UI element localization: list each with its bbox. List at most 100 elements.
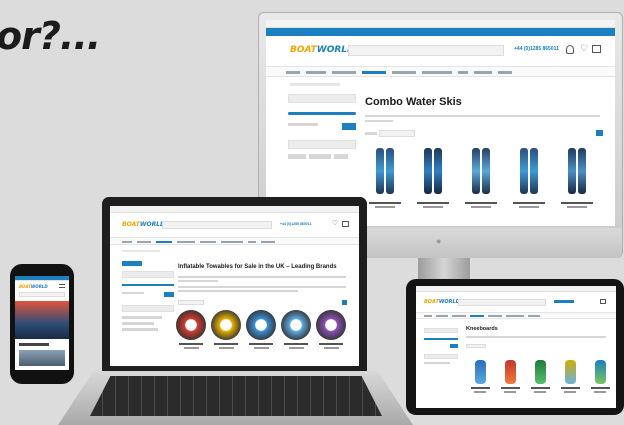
- category-image[interactable]: [19, 350, 65, 366]
- product-name[interactable]: [214, 343, 238, 345]
- nav-item[interactable]: [458, 71, 468, 74]
- product-card[interactable]: [365, 148, 405, 208]
- brand-filter-header[interactable]: [288, 140, 356, 149]
- cart-icon[interactable]: [592, 45, 601, 53]
- sort-select[interactable]: [379, 130, 415, 137]
- product-image[interactable]: [365, 148, 405, 199]
- price-slider[interactable]: [288, 112, 356, 115]
- brand-option[interactable]: [122, 322, 154, 325]
- product-image[interactable]: [558, 360, 582, 384]
- cart-icon[interactable]: [342, 221, 349, 227]
- price-filter-header[interactable]: [424, 328, 458, 333]
- product-name[interactable]: [369, 202, 401, 204]
- product-image[interactable]: [211, 310, 241, 340]
- product-image[interactable]: [246, 310, 276, 340]
- site-logo[interactable]: BOATWORLD: [424, 299, 460, 305]
- nav-item[interactable]: [488, 315, 502, 317]
- nav-item[interactable]: [452, 315, 466, 317]
- nav-item[interactable]: [177, 241, 195, 243]
- price-filter-header[interactable]: [122, 271, 174, 278]
- product-image[interactable]: [468, 360, 492, 384]
- product-card[interactable]: [557, 148, 597, 208]
- product-name[interactable]: [561, 202, 593, 204]
- product-card[interactable]: [528, 360, 552, 393]
- product-card[interactable]: [468, 360, 492, 393]
- nav-item[interactable]: [506, 315, 524, 317]
- product-name[interactable]: [530, 387, 550, 389]
- nav-item-active[interactable]: [156, 241, 172, 243]
- nav-item[interactable]: [137, 241, 151, 243]
- nav-item[interactable]: [392, 71, 416, 74]
- brand-option[interactable]: [424, 362, 450, 364]
- header-phone[interactable]: +44 (0)1285 865011: [514, 46, 559, 52]
- search-input[interactable]: [19, 292, 65, 297]
- product-card[interactable]: [316, 310, 346, 349]
- nav-item[interactable]: [528, 315, 540, 317]
- product-image[interactable]: [528, 360, 552, 384]
- filter-tag[interactable]: [122, 261, 142, 266]
- nav-item[interactable]: [424, 315, 432, 317]
- account-icon[interactable]: [566, 45, 574, 54]
- header-phone[interactable]: +44 (0)1285 865011: [280, 222, 311, 226]
- nav-item[interactable]: [261, 241, 275, 243]
- product-card[interactable]: [176, 310, 206, 349]
- wishlist-icon[interactable]: ♡: [332, 219, 338, 227]
- product-card[interactable]: [461, 148, 501, 208]
- product-image[interactable]: [281, 310, 311, 340]
- nav-item[interactable]: [498, 71, 512, 74]
- nav-item[interactable]: [436, 315, 448, 317]
- nav-item[interactable]: [422, 71, 452, 74]
- nav-item[interactable]: [200, 241, 216, 243]
- brand-option[interactable]: [122, 328, 158, 331]
- price-slider[interactable]: [122, 284, 174, 286]
- nav-item[interactable]: [306, 71, 326, 74]
- product-card[interactable]: [246, 310, 276, 349]
- site-logo[interactable]: BOATWORLD: [290, 45, 354, 55]
- product-image[interactable]: [461, 148, 501, 199]
- menu-icon[interactable]: [59, 284, 65, 288]
- sort-select[interactable]: [178, 300, 204, 305]
- site-logo[interactable]: BOATWORLD: [19, 284, 48, 289]
- product-image[interactable]: [557, 148, 597, 199]
- nav-item-active[interactable]: [470, 315, 484, 317]
- product-image[interactable]: [498, 360, 522, 384]
- brand-option[interactable]: [288, 154, 306, 159]
- price-slider[interactable]: [424, 338, 458, 340]
- wishlist-icon[interactable]: ♡: [580, 43, 588, 54]
- sort-select[interactable]: [466, 344, 486, 348]
- apply-filter-button[interactable]: [450, 344, 458, 348]
- product-card[interactable]: [211, 310, 241, 349]
- nav-item-active[interactable]: [362, 71, 386, 74]
- price-filter-header[interactable]: [288, 94, 356, 103]
- search-input[interactable]: [458, 299, 546, 306]
- product-name[interactable]: [249, 343, 273, 345]
- brand-option[interactable]: [309, 154, 331, 159]
- product-name[interactable]: [284, 343, 308, 345]
- product-card[interactable]: [588, 360, 612, 393]
- product-name[interactable]: [560, 387, 580, 389]
- apply-filter-button[interactable]: [342, 123, 356, 130]
- brand-option[interactable]: [122, 316, 162, 319]
- site-logo[interactable]: BOATWORLD: [122, 221, 165, 228]
- product-card[interactable]: [281, 310, 311, 349]
- product-image[interactable]: [509, 148, 549, 199]
- product-card[interactable]: [509, 148, 549, 208]
- search-input[interactable]: [348, 45, 504, 56]
- product-name[interactable]: [417, 202, 449, 204]
- nav-item[interactable]: [248, 241, 256, 243]
- brand-filter-header[interactable]: [424, 354, 458, 359]
- product-card[interactable]: [558, 360, 582, 393]
- nav-item[interactable]: [332, 71, 356, 74]
- phone-icon[interactable]: [554, 300, 574, 303]
- product-name[interactable]: [465, 202, 497, 204]
- nav-item[interactable]: [286, 71, 300, 74]
- apply-filter-button[interactable]: [164, 292, 174, 297]
- brand-filter-header[interactable]: [122, 305, 174, 312]
- grid-view-icon[interactable]: [596, 130, 603, 136]
- product-name[interactable]: [319, 343, 343, 345]
- product-card[interactable]: [413, 148, 453, 208]
- product-name[interactable]: [590, 387, 610, 389]
- product-name[interactable]: [513, 202, 545, 204]
- nav-item[interactable]: [221, 241, 243, 243]
- product-image[interactable]: [176, 310, 206, 340]
